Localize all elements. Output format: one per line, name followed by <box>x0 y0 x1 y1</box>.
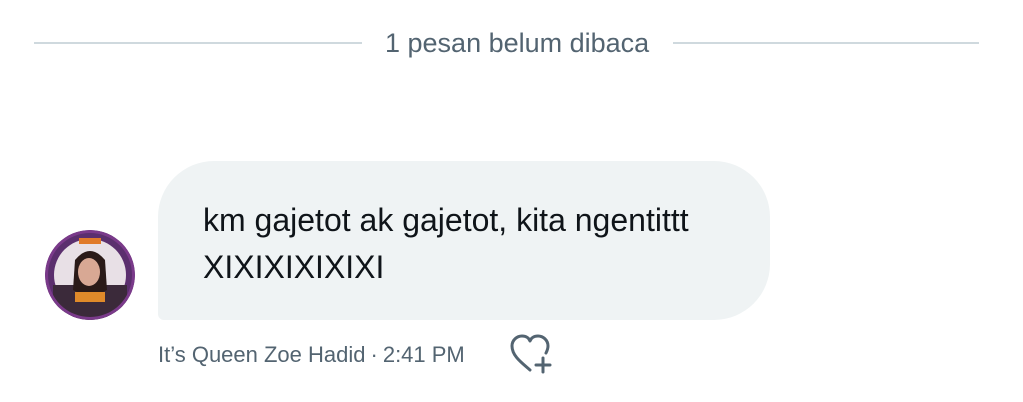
meta-separator: · <box>370 342 378 367</box>
add-reaction-button[interactable] <box>508 332 556 376</box>
divider-line-right <box>673 42 980 44</box>
unread-divider: 1 pesan belum dibaca <box>0 20 1023 66</box>
sender-name: It’s Queen Zoe Hadid <box>158 342 366 367</box>
message-text: km gajetot ak gajetot, kita ngentittt XI… <box>203 202 689 285</box>
avatar-image <box>45 230 135 320</box>
unread-divider-label: 1 pesan belum dibaca <box>385 27 650 58</box>
heart-plus-icon <box>510 334 552 374</box>
message-bubble[interactable]: km gajetot ak gajetot, kita ngentittt XI… <box>158 161 770 320</box>
divider-line-left <box>34 42 362 44</box>
avatar[interactable] <box>45 230 135 320</box>
message-meta: It’s Queen Zoe Hadid · 2:41 PM <box>158 338 465 372</box>
message-time: 2:41 PM <box>382 342 465 367</box>
